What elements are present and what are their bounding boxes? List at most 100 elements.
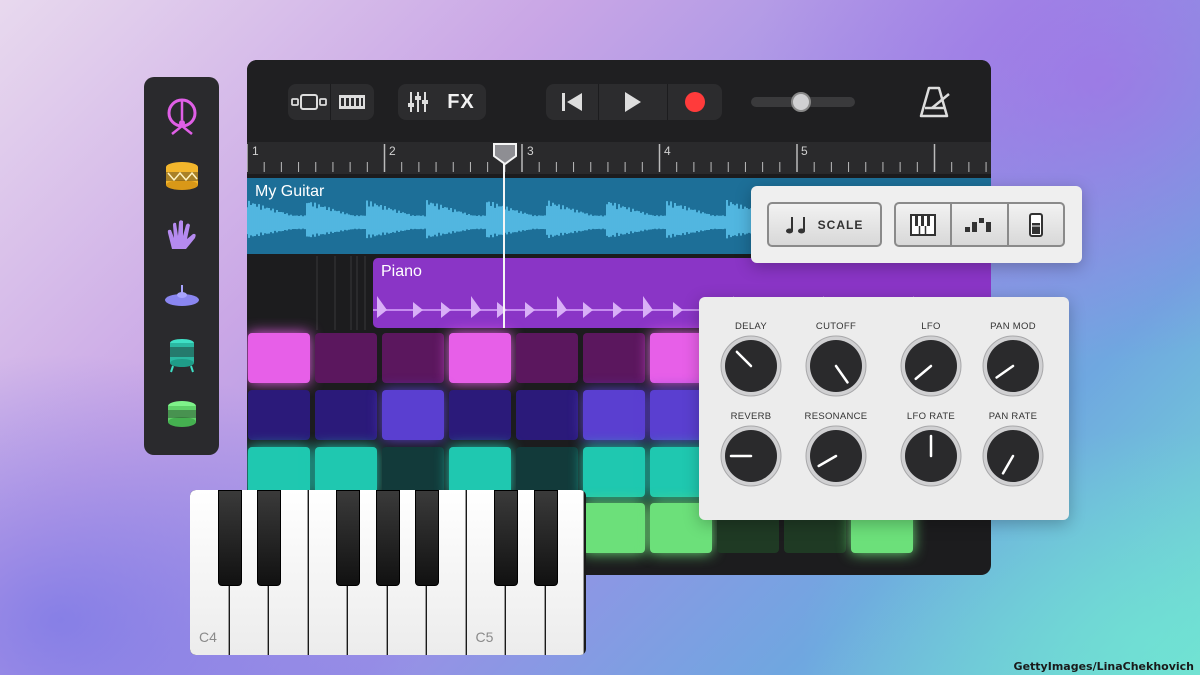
knob-label: LFO RATE [906, 411, 956, 422]
black-key[interactable] [415, 490, 439, 586]
tracks-view-icon [291, 94, 327, 110]
drum-pad[interactable] [315, 390, 377, 440]
drum-pad[interactable] [583, 333, 645, 383]
ruler-bar-number: 3 [527, 144, 534, 158]
drum-pad[interactable] [248, 390, 310, 440]
record-icon [685, 92, 705, 112]
drum-pad[interactable] [248, 333, 310, 383]
timeline-ruler[interactable]: 1 2 3 4 5 [247, 142, 991, 174]
knob[interactable] [982, 335, 1044, 397]
input-mode-group [894, 202, 1065, 247]
knob[interactable] [805, 335, 867, 397]
drum-pad[interactable] [382, 390, 444, 440]
transport-group [546, 84, 722, 120]
knob-control: RESONANCE [794, 411, 878, 487]
mixer-button[interactable] [398, 84, 438, 120]
arpeggiator-icon [965, 217, 992, 232]
knob-control: DELAY [709, 321, 793, 397]
playhead-handle[interactable] [492, 142, 518, 166]
toolbar: FX [247, 60, 991, 142]
rewind-button[interactable] [546, 84, 598, 120]
black-key[interactable] [494, 490, 518, 586]
photo-credit: GettyImages/LinaChekhovich [1013, 660, 1194, 673]
music-notes-icon [785, 216, 805, 233]
tracks-view-button[interactable] [288, 84, 330, 120]
knob-label: LFO [921, 321, 941, 332]
sidebar-item-floor-tom[interactable] [160, 333, 204, 377]
knob-control: PAN MOD [971, 321, 1055, 397]
mixer-fx-group: FX [398, 84, 486, 120]
key-label: C5 [475, 629, 494, 645]
knob[interactable] [720, 335, 782, 397]
tom-drum-icon [167, 401, 196, 428]
ruler-bar-number: 4 [664, 144, 671, 158]
knob-control: PAN RATE [971, 411, 1055, 487]
cymbal-icon [164, 284, 199, 306]
knob[interactable] [900, 425, 962, 487]
knob[interactable] [720, 425, 782, 487]
fx-button[interactable]: FX [438, 84, 484, 120]
drum-pad[interactable] [449, 390, 511, 440]
knob-label: REVERB [730, 411, 772, 422]
strip-mode-button[interactable] [1009, 204, 1063, 245]
view-toggle-group [288, 84, 374, 120]
sidebar-item-snare[interactable] [160, 154, 204, 198]
black-key[interactable] [257, 490, 281, 586]
record-button[interactable] [668, 84, 722, 120]
knob[interactable] [805, 425, 867, 487]
play-button[interactable] [599, 84, 667, 120]
black-key[interactable] [336, 490, 360, 586]
volume-slider-thumb[interactable] [791, 92, 811, 112]
black-key[interactable] [533, 490, 558, 586]
knob-label: CUTOFF [815, 321, 857, 332]
knob-control: LFO RATE [889, 411, 973, 487]
fx-label: FX [447, 90, 475, 113]
sidebar-item-cymbal[interactable] [160, 274, 204, 318]
drum-kit-icon [167, 98, 196, 135]
synth-knob-panel: DELAY CUTOFF LFO PAN MOD REVERB RESONANCE LFO … [699, 297, 1069, 520]
keyboard-mode-button[interactable] [896, 204, 953, 245]
metronome-button[interactable] [917, 86, 951, 123]
drum-pad[interactable] [449, 333, 511, 383]
knob[interactable] [982, 425, 1044, 487]
empty-lanes [247, 256, 373, 330]
knob-label: PAN MOD [990, 321, 1036, 332]
strip-icon [1028, 212, 1043, 237]
play-icon [625, 92, 641, 112]
knob-control: REVERB [709, 411, 793, 487]
hand-clap-icon [167, 220, 196, 250]
sidebar-item-drum-kit[interactable] [160, 95, 204, 139]
sidebar-item-tom[interactable] [160, 393, 204, 437]
grid-view-icon [339, 95, 365, 109]
knob[interactable] [900, 335, 962, 397]
ruler-bar-number: 2 [389, 144, 396, 158]
ruler-bar-number: 5 [801, 144, 808, 158]
knob-label: PAN RATE [988, 411, 1038, 422]
scale-button[interactable]: SCALE [767, 202, 882, 247]
piano-keyboard: C4 C5 [190, 490, 586, 655]
black-key[interactable] [375, 490, 400, 586]
drum-pad[interactable] [583, 503, 645, 553]
ruler-ticks [247, 144, 987, 172]
sidebar-item-clap[interactable] [160, 214, 204, 258]
playhead-line [503, 160, 505, 328]
drum-pad[interactable] [516, 390, 578, 440]
knob-label: RESONANCE [804, 411, 868, 422]
key-label: C4 [199, 629, 217, 645]
grid-view-button[interactable] [331, 84, 373, 120]
arpeggiator-mode-button[interactable] [952, 204, 1009, 245]
ruler-bar-number: 1 [252, 144, 259, 158]
drum-pad[interactable] [583, 447, 645, 497]
black-key[interactable] [217, 490, 242, 586]
scale-panel: SCALE [751, 186, 1082, 263]
drum-pad[interactable] [516, 333, 578, 383]
knob-label: DELAY [735, 321, 767, 332]
knob-control: CUTOFF [794, 321, 878, 397]
knob-control: LFO [889, 321, 973, 397]
floor-tom-icon [169, 339, 194, 373]
drum-pad[interactable] [583, 390, 645, 440]
mixer-icon [408, 92, 428, 112]
drum-pad[interactable] [382, 333, 444, 383]
snare-drum-icon [165, 162, 198, 191]
drum-pad[interactable] [315, 333, 377, 383]
